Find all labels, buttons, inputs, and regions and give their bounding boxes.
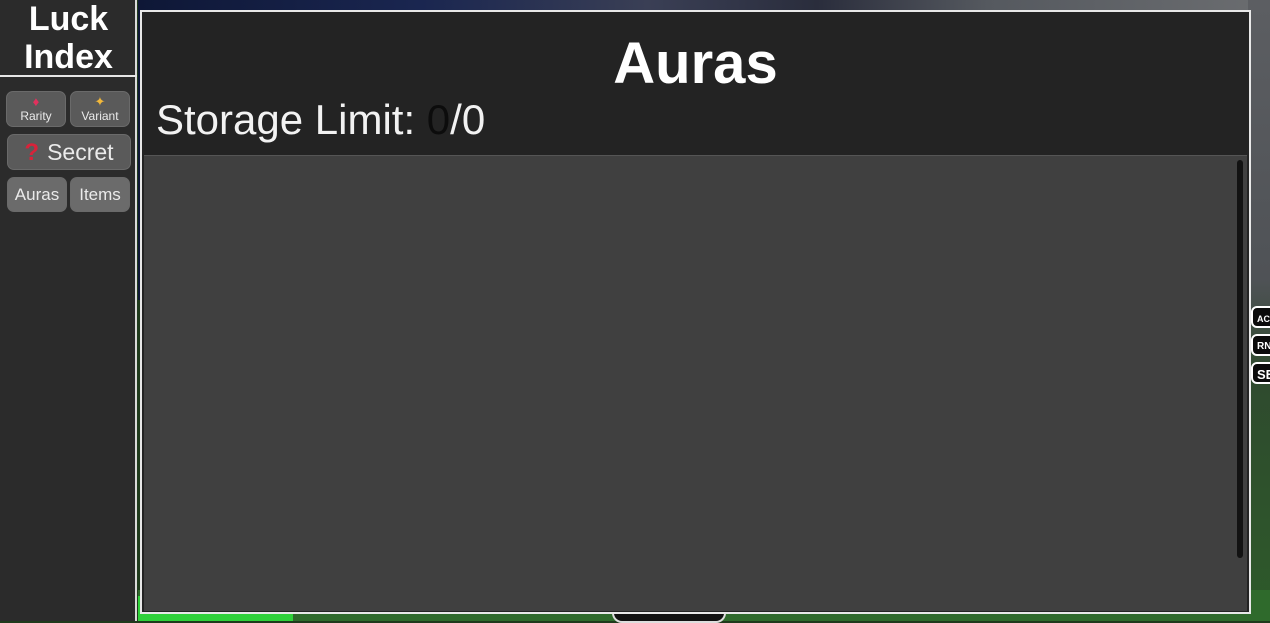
auras-list-area[interactable] (144, 155, 1247, 611)
variant-label: Variant (81, 109, 119, 123)
question-mark-icon: ? (24, 139, 40, 166)
storage-current: 0 (426, 96, 451, 143)
sidebar-title-line1: Luck (28, 0, 109, 38)
secret-label: Secret (47, 139, 114, 165)
items-label: Items (79, 185, 121, 204)
sidebar-title: Luck Index (0, 0, 137, 77)
storage-max: /0 (450, 96, 486, 143)
edge-tag[interactable]: RN (1251, 334, 1270, 356)
sidebar-title-line2: Index (24, 38, 113, 76)
auras-tab-button[interactable]: Auras (7, 177, 67, 212)
storage-limit-label: Storage Limit: (156, 96, 427, 143)
edge-tag[interactable]: SE (1251, 362, 1270, 384)
auras-label: Auras (14, 185, 60, 204)
items-tab-button[interactable]: Items (70, 177, 130, 212)
sparkle-icon: ✦ (94, 94, 106, 109)
storage-limit: Storage Limit: 0/0 (156, 96, 485, 144)
panel-title: Auras (613, 31, 778, 96)
edge-tag[interactable]: AC (1251, 306, 1270, 328)
auras-panel: Auras Storage Limit: 0/0 (140, 10, 1251, 614)
scrollbar[interactable] (1237, 160, 1243, 558)
variant-button[interactable]: ✦ Variant (70, 91, 130, 127)
rarity-label: Rarity (20, 109, 52, 123)
secret-button[interactable]: ? Secret (7, 134, 131, 170)
luck-index-sidebar: Luck Index ♦ Rarity ✦ Variant ? Secret Au… (0, 0, 137, 621)
dice-icon: ♦ (32, 94, 40, 109)
rarity-button[interactable]: ♦ Rarity (6, 91, 66, 127)
